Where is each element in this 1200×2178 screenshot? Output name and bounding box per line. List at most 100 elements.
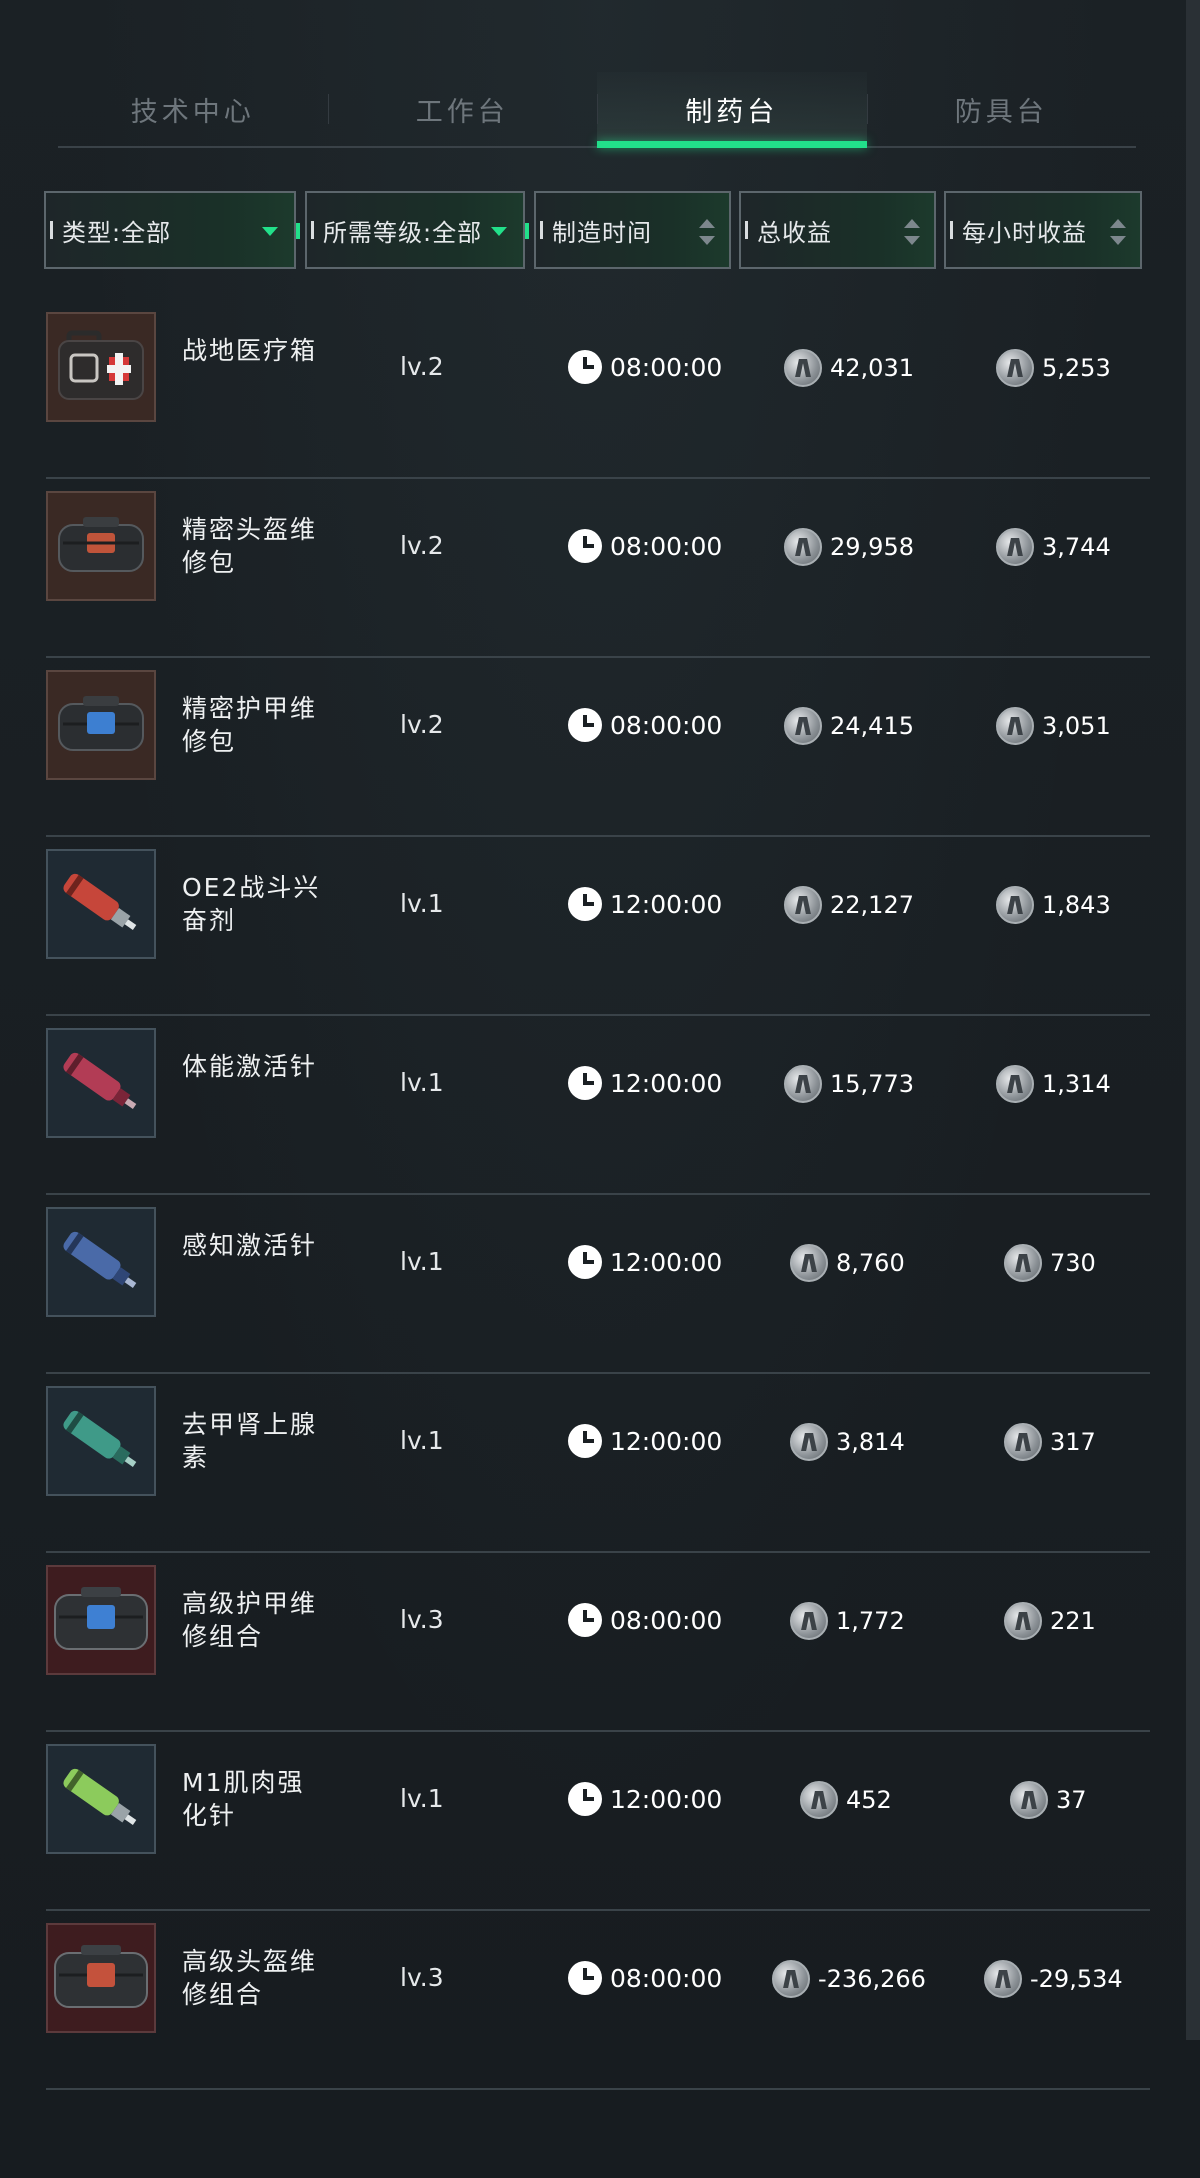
coin-icon <box>784 528 822 566</box>
time-sort-button[interactable]: 制造时间 <box>534 191 731 269</box>
total-profit: 29,958 <box>784 527 914 567</box>
total-profit: 22,127 <box>784 885 914 925</box>
total-profit: 15,773 <box>784 1064 914 1104</box>
craft-time: 08:00:00 <box>568 1603 722 1637</box>
total-profit-value: 3,814 <box>836 1428 905 1456</box>
craft-time-value: 08:00:00 <box>610 1605 723 1635</box>
hourly-profit: 3,744 <box>996 527 1111 567</box>
list-item[interactable]: M1肌肉强化针 lv.1 12:00:00 452 37 <box>46 1732 1150 1911</box>
hourly-profit: 1,314 <box>996 1064 1111 1104</box>
list-item[interactable]: 高级护甲维修组合 lv.3 08:00:00 1,772 221 <box>46 1553 1150 1732</box>
pink-injector-icon <box>46 1028 156 1138</box>
list-item[interactable]: 体能激活针 lv.1 12:00:00 15,773 1,314 <box>46 1016 1150 1195</box>
craft-time-value: 08:00:00 <box>610 531 723 561</box>
tab-armor-bench[interactable]: 防具台 <box>866 72 1137 146</box>
total-profit: 24,415 <box>784 706 914 746</box>
craft-time: 08:00:00 <box>568 350 722 384</box>
hourly-profit: 317 <box>1004 1422 1096 1462</box>
coin-icon <box>784 349 822 387</box>
total-profit-value: 15,773 <box>830 1070 914 1098</box>
list-item[interactable]: 精密护甲维修包 lv.2 08:00:00 24,415 3,051 <box>46 658 1150 837</box>
clock-icon <box>568 1424 602 1458</box>
item-name: 高级头盔维修组合 <box>182 1947 318 2009</box>
item-level: lv.1 <box>400 889 444 918</box>
item-name: 精密头盔维修包 <box>182 515 318 577</box>
craft-time: 12:00:00 <box>568 1245 722 1279</box>
clock-icon <box>568 1066 602 1100</box>
clock-icon <box>568 1782 602 1816</box>
hourly-profit-value: 730 <box>1050 1249 1096 1277</box>
sort-icon <box>1110 215 1126 249</box>
advanced-armor-kit-icon <box>46 1565 156 1675</box>
total-profit-value: 452 <box>846 1786 892 1814</box>
hourly-sort-button[interactable]: 每小时收益 <box>944 191 1142 269</box>
coin-icon <box>800 1781 838 1819</box>
hourly-profit: 730 <box>1004 1243 1096 1283</box>
total-sort-button[interactable]: 总收益 <box>739 191 936 269</box>
coin-icon <box>1004 1602 1042 1640</box>
coin-icon <box>1004 1423 1042 1461</box>
coin-icon <box>1010 1781 1048 1819</box>
coin-icon <box>996 1065 1034 1103</box>
total-profit: -236,266 <box>772 1959 926 1999</box>
item-name: 去甲肾上腺素 <box>182 1410 318 1472</box>
craft-time-value: 12:00:00 <box>610 1784 723 1814</box>
craft-time-value: 12:00:00 <box>610 889 723 919</box>
type-filter-label: 类型:全部 <box>62 218 172 247</box>
divider-marker <box>525 223 529 239</box>
coin-icon <box>784 707 822 745</box>
total-profit-value: 8,760 <box>836 1249 905 1277</box>
clock-icon <box>568 708 602 742</box>
item-level: lv.3 <box>400 1963 444 1992</box>
item-level: lv.1 <box>400 1247 444 1276</box>
teal-injector-icon <box>46 1386 156 1496</box>
total-profit-value: 42,031 <box>830 354 914 382</box>
tab-workbench[interactable]: 工作台 <box>327 72 598 146</box>
item-name: 体能激活针 <box>182 1052 318 1081</box>
list-item[interactable]: 去甲肾上腺素 lv.1 12:00:00 3,814 317 <box>46 1374 1150 1553</box>
craft-time: 12:00:00 <box>568 1424 722 1458</box>
time-sort-label: 制造时间 <box>552 218 652 247</box>
advanced-helmet-kit-icon <box>46 1923 156 2033</box>
type-filter-dropdown[interactable]: 类型:全部 <box>44 191 300 269</box>
coin-icon <box>996 349 1034 387</box>
dropdown-arrow-icon <box>262 227 278 236</box>
helmet-repair-kit-icon <box>46 491 156 601</box>
hourly-profit-value: 221 <box>1050 1607 1096 1635</box>
red-injector-icon <box>46 849 156 959</box>
hourly-profit-value: 37 <box>1056 1786 1087 1814</box>
hourly-profit-value: 1,843 <box>1042 891 1111 919</box>
total-profit: 1,772 <box>790 1601 905 1641</box>
craft-time-value: 08:00:00 <box>610 1963 723 1993</box>
craft-time: 08:00:00 <box>568 1961 722 1995</box>
medical-box-icon <box>46 312 156 422</box>
coin-icon <box>996 886 1034 924</box>
clock-icon <box>568 887 602 921</box>
total-profit-value: -236,266 <box>818 1965 926 1993</box>
blue-injector-icon <box>46 1207 156 1317</box>
hourly-profit: -29,534 <box>984 1959 1123 1999</box>
tab-bar: 技术中心 工作台 制药台 防具台 <box>58 72 1136 148</box>
armor-repair-kit-icon <box>46 670 156 780</box>
clock-icon <box>568 1245 602 1279</box>
list-item[interactable]: OE2战斗兴奋剂 lv.1 12:00:00 22,127 1,843 <box>46 837 1150 1016</box>
total-profit-value: 24,415 <box>830 712 914 740</box>
tab-pharmacy[interactable]: 制药台 <box>597 72 867 148</box>
hourly-profit: 221 <box>1004 1601 1096 1641</box>
item-level: lv.1 <box>400 1068 444 1097</box>
divider-marker <box>296 223 300 239</box>
item-level: lv.3 <box>400 1605 444 1634</box>
craft-time: 12:00:00 <box>568 1782 722 1816</box>
scrollbar[interactable] <box>1186 0 1200 2040</box>
list-item[interactable]: 高级头盔维修组合 lv.3 08:00:00 -236,266 -29,534 <box>46 1911 1150 2090</box>
clock-icon <box>568 1603 602 1637</box>
craft-time-value: 08:00:00 <box>610 352 723 382</box>
sort-icon <box>699 215 715 249</box>
list-item[interactable]: 战地医疗箱 lv.2 08:00:00 42,031 5,253 <box>46 300 1150 479</box>
list-item[interactable]: 感知激活针 lv.1 12:00:00 8,760 730 <box>46 1195 1150 1374</box>
level-filter-dropdown[interactable]: 所需等级:全部 <box>305 191 529 269</box>
hourly-profit-value: 3,744 <box>1042 533 1111 561</box>
tab-tech-center[interactable]: 技术中心 <box>58 72 328 146</box>
craft-time-value: 12:00:00 <box>610 1247 723 1277</box>
list-item[interactable]: 精密头盔维修包 lv.2 08:00:00 29,958 3,744 <box>46 479 1150 658</box>
